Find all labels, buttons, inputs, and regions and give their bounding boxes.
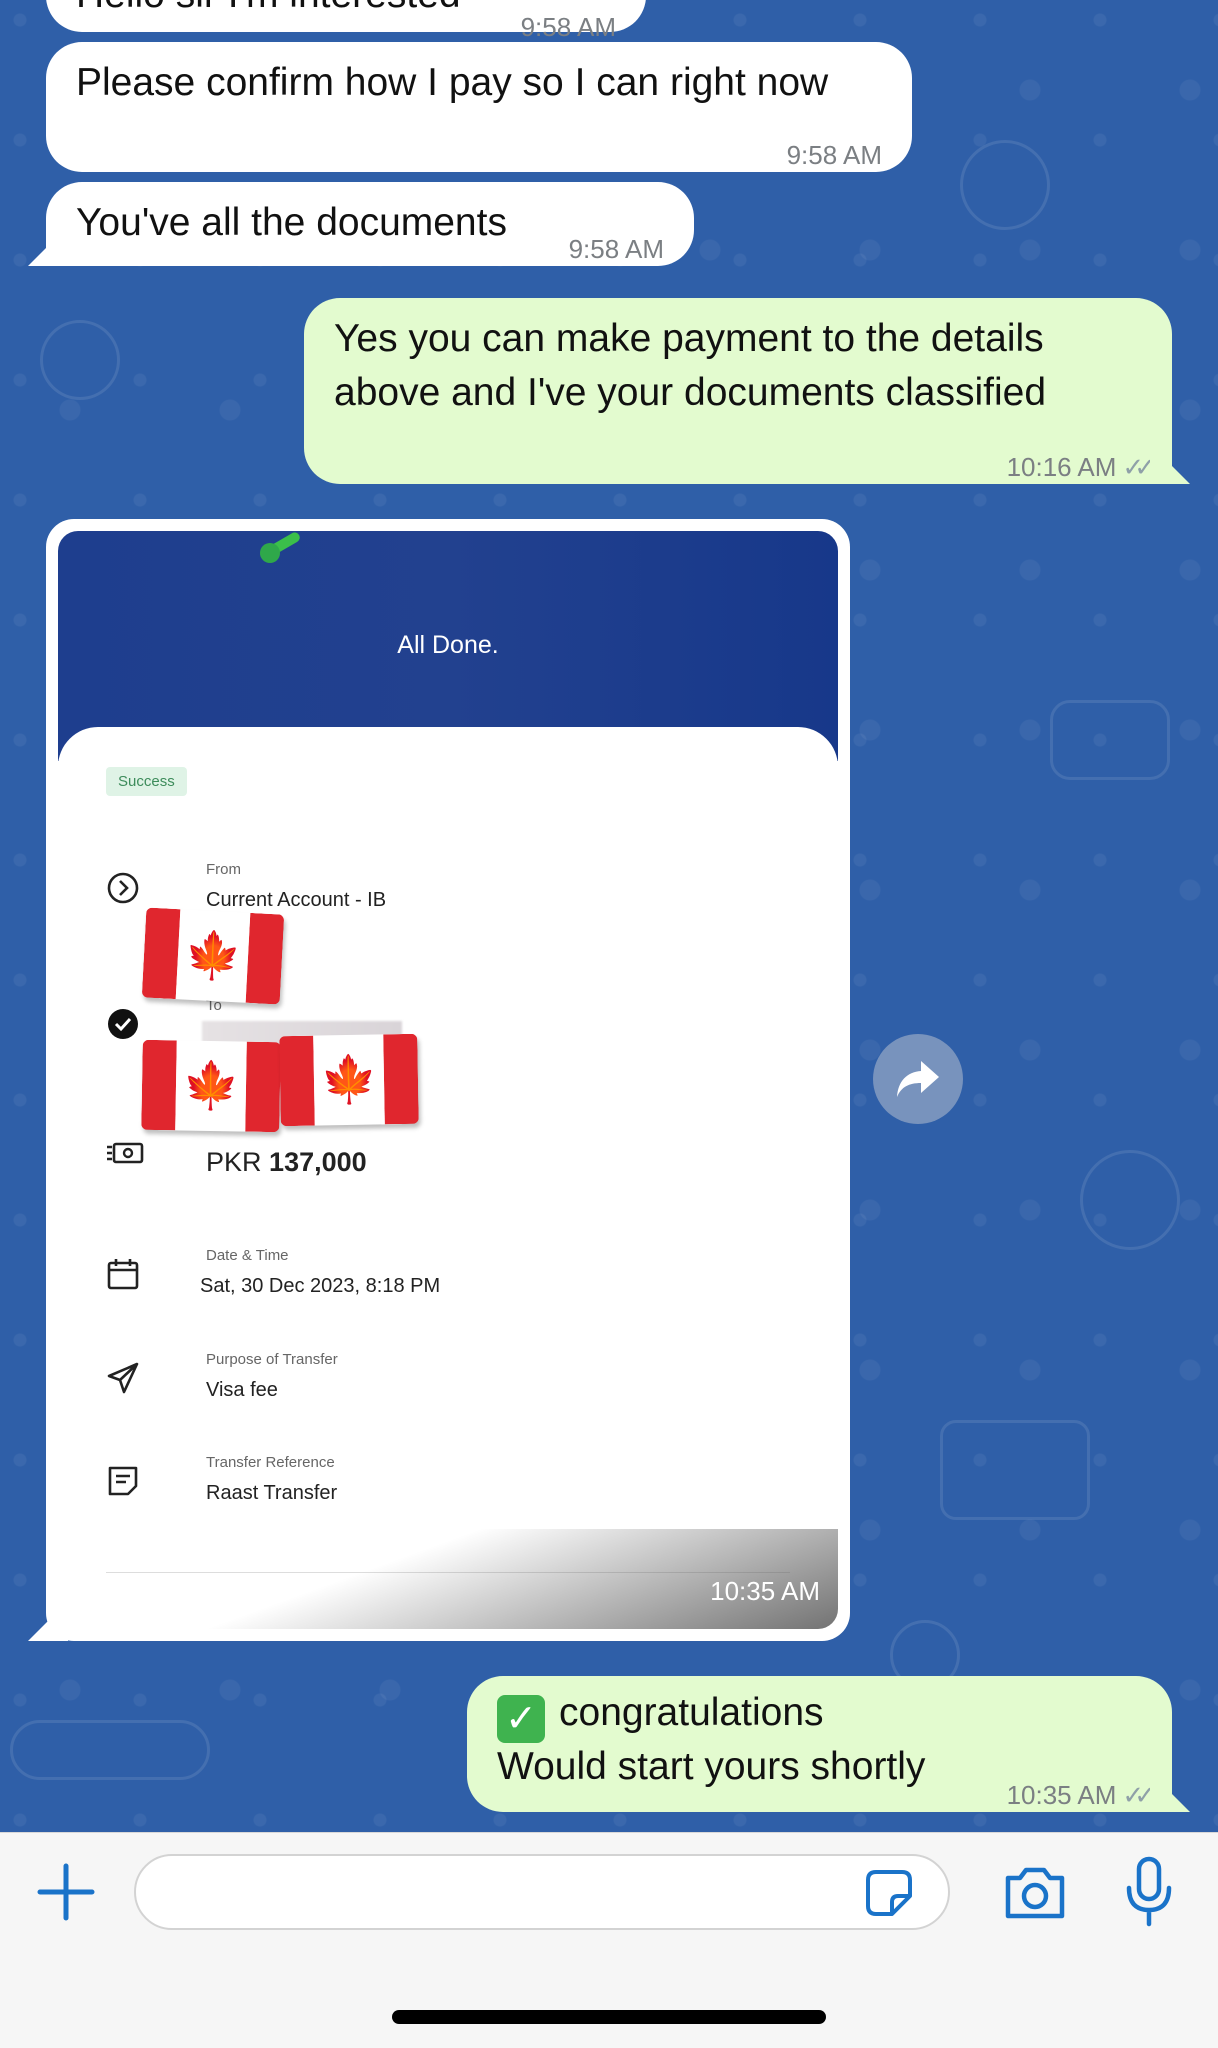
message-text: You've all the documents — [76, 201, 507, 244]
from-value: Current Account - IB — [206, 889, 387, 911]
message-input[interactable] — [134, 1854, 950, 1930]
reference-label: Transfer Reference — [206, 1454, 335, 1471]
arrow-circle-icon — [107, 872, 139, 904]
message-time: 10:35 AM ✓✓ — [1006, 1780, 1156, 1810]
read-ticks-icon: ✓✓ — [1122, 1780, 1155, 1810]
amount-row: PKR 137,000 — [106, 1127, 786, 1207]
forward-arrow-icon — [897, 1061, 939, 1097]
amount-value: PKR 137,000 — [206, 1147, 367, 1177]
message-text-line1: ✓ congratulations — [497, 1686, 824, 1743]
status-badge: Success — [106, 767, 187, 796]
image-message-bubble[interactable]: All Done. Success From Current Account -… — [46, 519, 850, 1641]
plus-icon[interactable] — [36, 1862, 96, 1922]
purpose-value: Visa fee — [206, 1379, 278, 1401]
sticker-icon[interactable] — [862, 1866, 916, 1920]
date-row: Date & Time Sat, 30 Dec 2023, 8:18 PM — [106, 1247, 786, 1307]
message-text: Please confirm how I pay so I can right … — [76, 61, 829, 104]
message-bubble-incoming[interactable]: Hello sir I'm interested 9:58 AM — [46, 0, 646, 42]
canada-flag-sticker: 🍁 — [141, 1039, 281, 1133]
canada-flag-sticker: 🍁 — [279, 1033, 419, 1127]
home-indicator[interactable] — [392, 2010, 826, 2024]
check-emoji-icon: ✓ — [497, 1695, 545, 1743]
note-icon — [108, 1466, 138, 1496]
payment-receipt-image[interactable]: All Done. Success From Current Account -… — [58, 531, 838, 1629]
purpose-label: Purpose of Transfer — [206, 1351, 338, 1368]
cash-icon — [107, 1142, 144, 1164]
check-circle-icon — [108, 1009, 138, 1039]
receipt-card: Success From Current Account - IB To PKR… — [58, 727, 838, 1629]
receipt-title: All Done. — [397, 631, 499, 659]
reference-value: Raast Transfer — [206, 1482, 338, 1504]
message-bubble-incoming[interactable]: Please confirm how I pay so I can right … — [46, 42, 912, 172]
camera-icon[interactable] — [1002, 1862, 1068, 1922]
microphone-icon[interactable] — [1124, 1856, 1174, 1928]
canada-flag-sticker: 🍁 — [141, 907, 285, 1005]
message-time: 10:35 AM — [710, 1576, 820, 1606]
message-text-line2: above and I've your documents classified — [334, 371, 1047, 414]
message-time: 9:58 AM — [786, 140, 882, 170]
message-bubble-outgoing[interactable]: Yes you can make payment to the details … — [304, 298, 1172, 484]
date-value: Sat, 30 Dec 2023, 8:18 PM — [200, 1275, 441, 1297]
swoosh-dot — [260, 543, 280, 563]
reference-row: Transfer Reference Raast Transfer — [106, 1454, 786, 1514]
calendar-icon — [107, 1259, 139, 1290]
message-bubble-outgoing[interactable]: ✓ congratulations Would start yours short… — [467, 1676, 1172, 1812]
message-text: Hello sir I'm interested — [76, 0, 461, 22]
purpose-row: Purpose of Transfer Visa fee — [106, 1351, 786, 1411]
message-text-line2: Would start yours shortly — [497, 1745, 926, 1788]
message-bubble-incoming[interactable]: You've all the documents 9:58 AM — [46, 182, 694, 266]
paper-plane-icon — [107, 1362, 139, 1394]
from-label: From — [206, 861, 241, 878]
read-ticks-icon: ✓✓ — [1122, 452, 1155, 482]
message-time: 9:58 AM — [568, 234, 664, 264]
message-text-line1: Yes you can make payment to the details — [334, 317, 1044, 360]
date-label: Date & Time — [206, 1247, 289, 1264]
message-time: 10:16 AM ✓✓ — [1006, 452, 1156, 482]
forward-button[interactable] — [873, 1034, 963, 1124]
